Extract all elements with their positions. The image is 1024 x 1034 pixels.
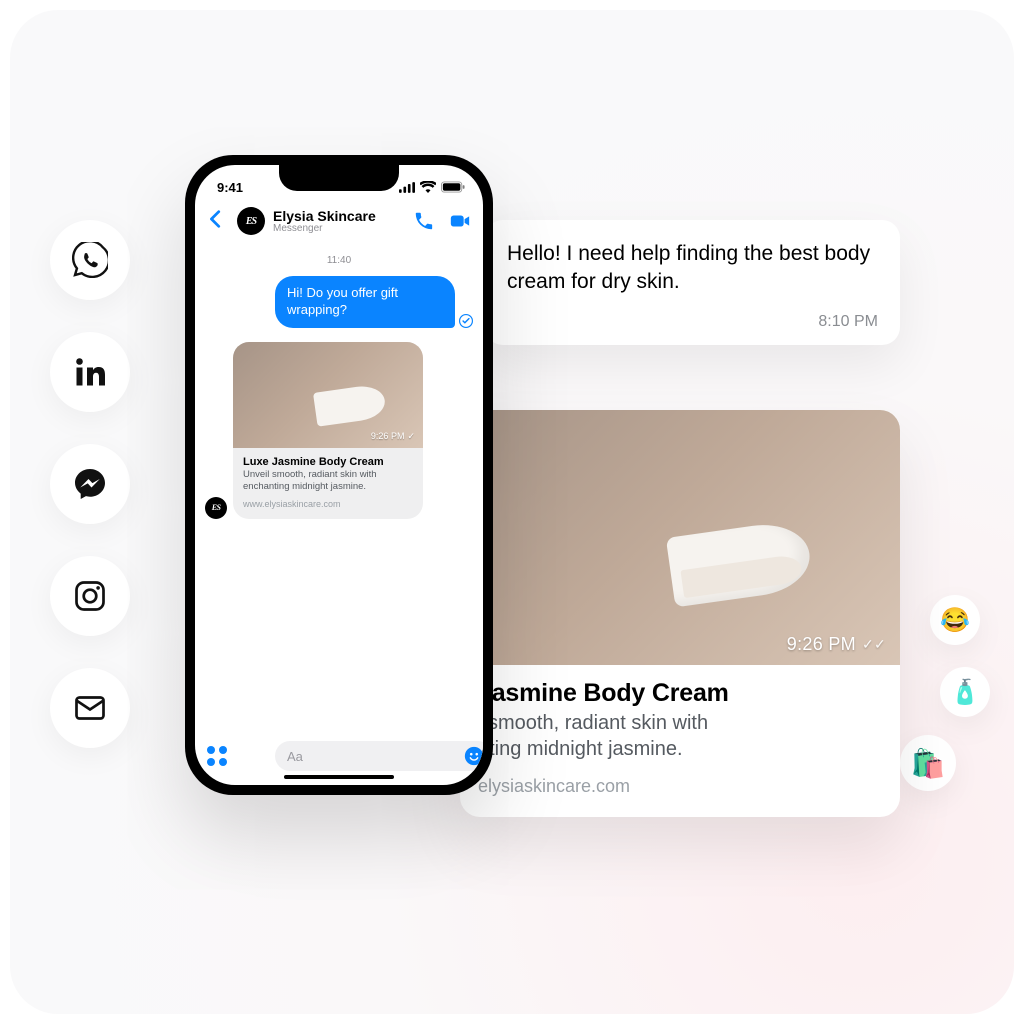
product-link-card[interactable]: 9:26 PM ✓ Luxe Jasmine Body Cream Unveil… — [233, 342, 423, 519]
battery-icon — [441, 181, 465, 193]
cream-swatch-graphic — [666, 519, 814, 608]
message-thread[interactable]: 11:40 Hi! Do you offer gift wrapping? ES… — [195, 245, 483, 725]
emoji-button[interactable] — [463, 745, 483, 767]
linkedin-icon[interactable] — [50, 332, 130, 412]
cream-swatch-graphic — [313, 383, 387, 426]
product-title: Luxe Jasmine Body Cream — [243, 456, 413, 468]
composer-input[interactable] — [287, 749, 463, 764]
phone-screen: 9:41 ES Elysia Skincare Messenger — [195, 165, 483, 785]
product-description: l smooth, radiant skin with nting midnig… — [478, 710, 882, 762]
outgoing-message[interactable]: Hi! Do you offer gift wrapping? — [275, 276, 455, 328]
product-image: 9:26 PM ✓✓ — [460, 410, 900, 665]
cellular-icon — [399, 182, 415, 193]
image-timestamp: 9:26 PM ✓ — [371, 431, 415, 442]
delivered-icon — [459, 314, 473, 328]
video-call-button[interactable] — [449, 210, 471, 232]
read-ticks-icon: ✓✓ — [862, 636, 886, 653]
audio-call-button[interactable] — [413, 210, 435, 232]
emoji-bubble: 😂 — [930, 595, 980, 645]
back-button[interactable] — [205, 208, 229, 235]
home-indicator[interactable] — [284, 775, 394, 779]
thread-timestamp: 11:40 — [205, 255, 473, 266]
brand-avatar[interactable]: ES — [237, 207, 265, 235]
emoji-bubble: 🛍️ — [900, 735, 956, 791]
status-time: 9:41 — [217, 180, 243, 195]
brand-name[interactable]: Elysia Skincare — [273, 209, 405, 223]
apps-button[interactable] — [207, 746, 227, 766]
incoming-message-bubble: Hello! I need help finding the best body… — [485, 220, 900, 345]
channel-icon-column — [50, 220, 130, 748]
sender-avatar: ES — [205, 497, 227, 519]
whatsapp-icon[interactable] — [50, 220, 130, 300]
product-preview-card[interactable]: 9:26 PM ✓✓ Jasmine Body Cream l smooth, … — [460, 410, 900, 817]
mail-icon[interactable] — [50, 668, 130, 748]
emoji-bubble: 🧴 — [940, 667, 990, 717]
message-text: Hello! I need help finding the best body… — [507, 240, 878, 297]
sent-tick-icon: ✓ — [407, 431, 415, 442]
phone-frame: 9:41 ES Elysia Skincare Messenger — [185, 155, 493, 795]
image-timestamp: 9:26 PM ✓✓ — [787, 634, 886, 655]
product-site: www.elysiaskincare.com — [243, 499, 413, 509]
product-title: Jasmine Body Cream — [478, 679, 882, 708]
stage: 😂 🧴 🛍️ Hello! I need help finding the be… — [10, 10, 1014, 1014]
phone-notch — [279, 165, 399, 191]
product-description: Unveil smooth, radiant skin with enchant… — [243, 469, 413, 493]
message-timestamp: 8:10 PM — [507, 313, 878, 331]
wifi-icon — [420, 181, 436, 193]
instagram-icon[interactable] — [50, 556, 130, 636]
composer-input-wrap[interactable] — [275, 741, 483, 771]
brand-subtitle: Messenger — [273, 224, 405, 234]
conversation-header: ES Elysia Skincare Messenger — [195, 201, 483, 245]
product-site: elysiaskincare.com — [478, 776, 882, 797]
product-image: 9:26 PM ✓ — [233, 342, 423, 448]
messenger-icon[interactable] — [50, 444, 130, 524]
